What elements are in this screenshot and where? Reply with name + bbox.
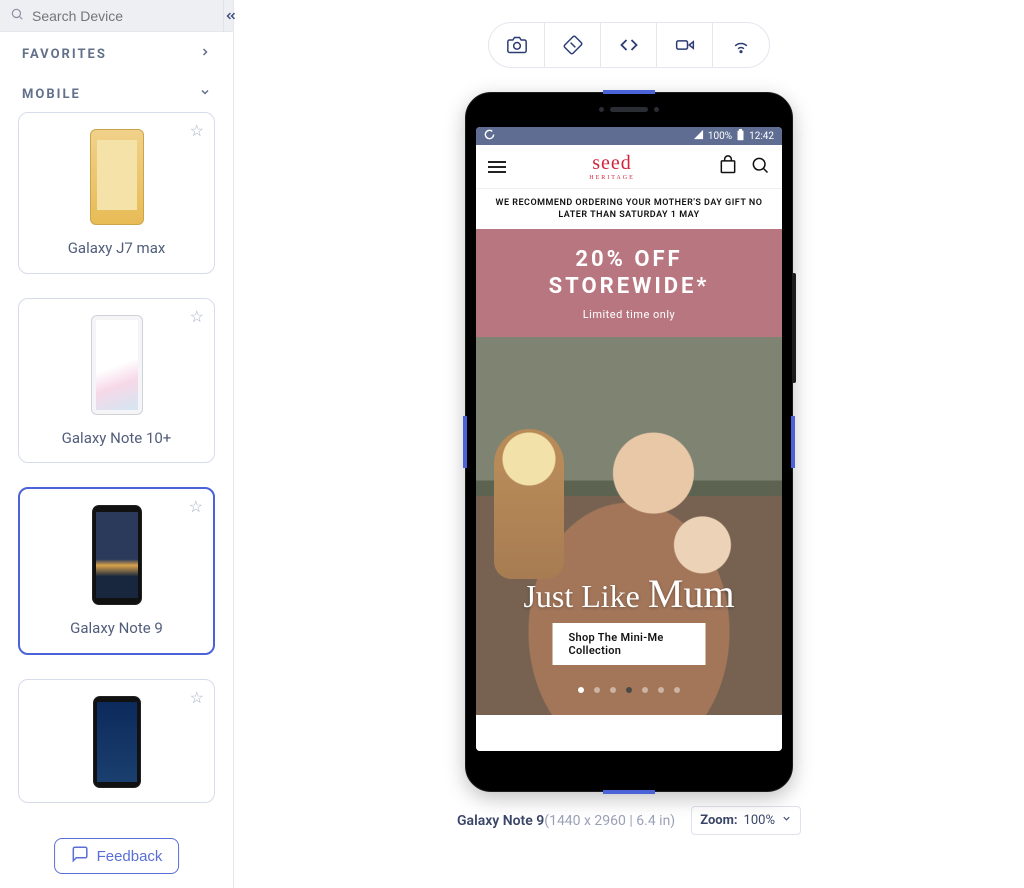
device-thumbnail <box>92 505 142 605</box>
hero-script-b: Mum <box>648 571 735 616</box>
promo-banner[interactable]: 20% OFF STOREWIDE* Limited time only <box>476 229 782 337</box>
device-card-galaxy-note-9[interactable]: ☆ Galaxy Note 9 <box>18 487 215 655</box>
device-label: Galaxy Note 10+ <box>62 429 172 449</box>
menu-button[interactable] <box>488 161 506 173</box>
device-screen[interactable]: 100% 12:42 seed HERITAGE <box>476 127 782 751</box>
rotate-button[interactable] <box>545 23 601 67</box>
carousel-dot[interactable] <box>658 687 664 693</box>
resize-handle-top[interactable] <box>603 90 655 94</box>
battery-text: 100% <box>708 131 732 142</box>
device-sidebar: FAVORITES MOBILE ☆ Galaxy J7 max ☆ Galax… <box>0 0 234 888</box>
search-bar <box>0 0 233 32</box>
network-button[interactable] <box>713 23 769 67</box>
device-label: Galaxy Note 9 <box>70 619 163 639</box>
battery-icon <box>736 129 745 144</box>
site-search-icon[interactable] <box>750 155 770 179</box>
hero-cta-button[interactable]: Shop The Mini-Me Collection <box>553 623 706 665</box>
site-header: seed HERITAGE <box>476 145 782 189</box>
carousel-dot[interactable] <box>642 687 648 693</box>
resize-handle-left[interactable] <box>463 416 467 468</box>
device-thumbnail <box>93 696 141 788</box>
hero-headline: Just Like Mum <box>476 570 782 617</box>
promo-line2: STOREWIDE* <box>486 274 772 300</box>
stage-device-dims: (1440 x 2960 | 6.4 in) <box>544 813 675 829</box>
favorite-star-icon[interactable]: ☆ <box>190 121 204 140</box>
record-button[interactable] <box>657 23 713 67</box>
device-card-partial[interactable]: ☆ <box>18 679 215 803</box>
device-frame: 100% 12:42 seed HERITAGE <box>465 92 793 792</box>
devtools-button[interactable] <box>601 23 657 67</box>
bag-icon[interactable] <box>718 155 738 179</box>
feedback-button[interactable]: Feedback <box>54 838 180 874</box>
chevron-right-icon <box>199 46 211 62</box>
chevron-down-icon <box>199 86 211 102</box>
device-toolbar <box>488 22 770 68</box>
favorite-star-icon[interactable]: ☆ <box>190 688 204 707</box>
promo-sub: Limited time only <box>486 308 772 321</box>
carousel-dot[interactable] <box>626 687 632 693</box>
brand-sub: HERITAGE <box>589 175 635 181</box>
hero-image-child <box>494 429 564 579</box>
search-icon <box>10 7 24 25</box>
chat-icon <box>71 845 89 867</box>
stage-device-name: Galaxy Note 9 <box>457 813 544 829</box>
section-label: MOBILE <box>22 87 81 102</box>
zoom-label: Zoom: <box>700 813 737 828</box>
shipping-notice: WE RECOMMEND ORDERING YOUR MOTHER'S DAY … <box>476 189 782 229</box>
hero-carousel[interactable]: Just Like Mum Shop The Mini-Me Collectio… <box>476 337 782 715</box>
preview-area: 100% 12:42 seed HERITAGE <box>234 0 1024 888</box>
resize-handle-right[interactable] <box>791 416 795 468</box>
feedback-label: Feedback <box>97 848 163 865</box>
next-section-peek <box>476 715 782 751</box>
clock-text: 12:42 <box>749 131 774 142</box>
zoom-selector[interactable]: Zoom: 100% <box>691 806 801 835</box>
carousel-dot[interactable] <box>674 687 680 693</box>
carousel-dot[interactable] <box>610 687 616 693</box>
section-favorites[interactable]: FAVORITES <box>0 32 233 72</box>
chevron-down-icon <box>781 813 792 828</box>
hero-script-a: Just Like <box>523 578 639 614</box>
device-card-galaxy-note-10[interactable]: ☆ Galaxy Note 10+ <box>18 298 215 464</box>
device-thumbnail <box>90 129 144 225</box>
promo-line1: 20% OFF <box>486 247 772 273</box>
loading-spinner-icon <box>484 129 495 143</box>
carousel-dot[interactable] <box>578 687 584 693</box>
favorite-star-icon[interactable]: ☆ <box>189 497 203 516</box>
device-stage: 100% 12:42 seed HERITAGE <box>465 92 793 792</box>
android-status-bar: 100% 12:42 <box>476 127 782 145</box>
carousel-dots[interactable] <box>476 687 782 693</box>
resize-handle-bottom[interactable] <box>603 790 655 794</box>
device-card-galaxy-j7-max[interactable]: ☆ Galaxy J7 max <box>18 112 215 274</box>
stage-info-bar: Galaxy Note 9(1440 x 2960 | 6.4 in) Zoom… <box>457 806 801 835</box>
device-label: Galaxy J7 max <box>68 239 166 259</box>
carousel-dot[interactable] <box>594 687 600 693</box>
screenshot-button[interactable] <box>489 23 545 67</box>
section-mobile[interactable]: MOBILE <box>0 72 233 112</box>
brand-logo[interactable]: seed HERITAGE <box>589 152 635 181</box>
device-thumbnail <box>91 315 143 415</box>
section-label: FAVORITES <box>22 47 107 62</box>
brand-name: seed <box>589 152 635 175</box>
device-sensors <box>589 107 669 113</box>
zoom-value: 100% <box>744 813 775 828</box>
favorite-star-icon[interactable]: ☆ <box>190 307 204 326</box>
search-input[interactable] <box>32 8 213 24</box>
signal-icon <box>693 129 704 143</box>
device-list: ☆ Galaxy J7 max ☆ Galaxy Note 10+ ☆ Gala… <box>0 112 233 803</box>
